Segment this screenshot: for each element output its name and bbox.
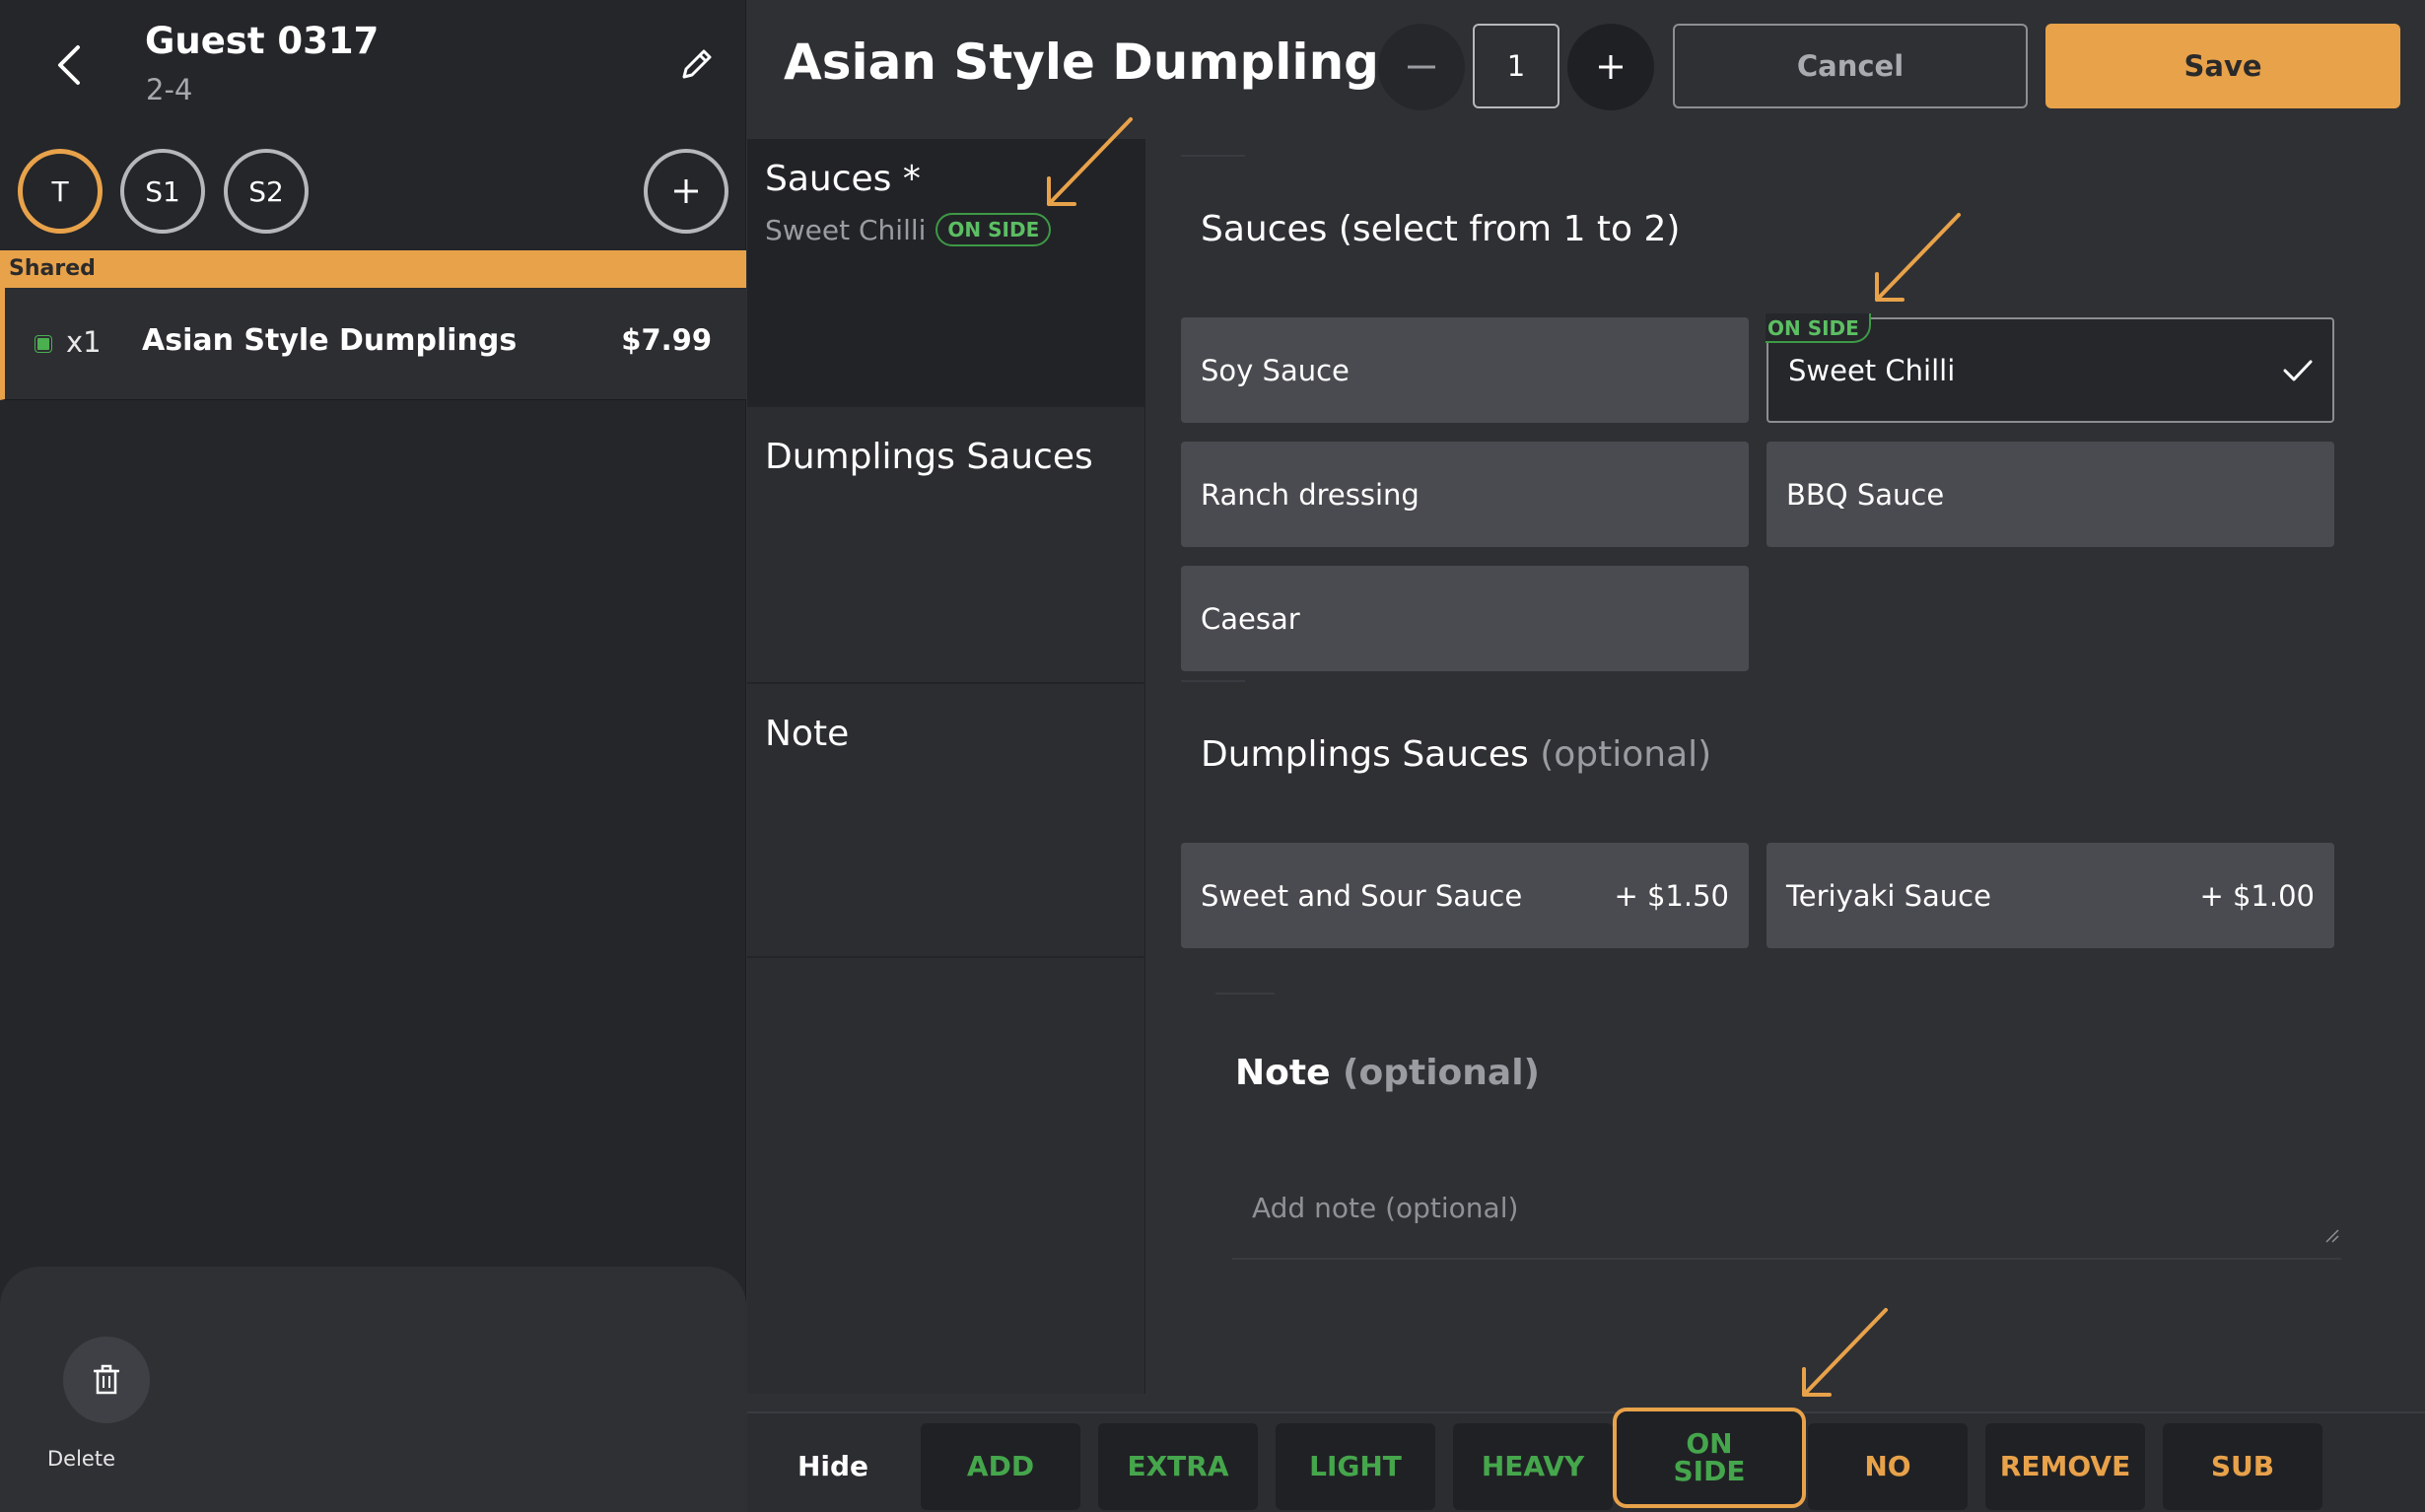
- modifier-no-button[interactable]: NO: [1808, 1423, 1968, 1510]
- delete-label: Delete: [47, 1447, 115, 1471]
- guest-name: Guest 0317: [145, 20, 380, 62]
- order-item-row[interactable]: x1 Asian Style Dumplings $7.99: [0, 288, 746, 400]
- option-price: + $1.00: [2199, 878, 2315, 913]
- option-label: Caesar: [1201, 601, 1300, 636]
- plus-icon: [674, 179, 698, 203]
- section-name: Dumplings Sauces: [1201, 734, 1529, 775]
- delete-button[interactable]: [63, 1337, 150, 1423]
- arrow-annotation-icon: [1875, 213, 1961, 302]
- pencil-icon: [682, 49, 712, 79]
- edit-guest-button[interactable]: [666, 35, 726, 95]
- divider: [1181, 155, 1245, 157]
- option-label: Ranch dressing: [1201, 477, 1420, 512]
- trash-icon: [94, 1364, 119, 1395]
- shared-header: Shared: [0, 250, 746, 288]
- option-soy-sauce[interactable]: Soy Sauce: [1181, 317, 1749, 423]
- note-input[interactable]: [1232, 1156, 2341, 1260]
- guest-table: 2-4: [146, 73, 193, 106]
- section-name: Sauces: [1201, 209, 1328, 249]
- option-price: + $1.50: [1614, 878, 1729, 913]
- option-label: Teriyaki Sauce: [1786, 878, 1991, 913]
- plus-icon: [1599, 55, 1623, 79]
- modifier-extra-button[interactable]: EXTRA: [1098, 1423, 1258, 1510]
- option-label: Soy Sauce: [1201, 353, 1350, 387]
- order-item-qty: x1: [66, 325, 102, 359]
- arrow-annotation-icon: [1047, 117, 1133, 206]
- seat-s2[interactable]: S2: [224, 149, 309, 234]
- modifier-heavy-button[interactable]: HEAVY: [1453, 1423, 1613, 1510]
- option-teriyaki-sauce[interactable]: Teriyaki Sauce + $1.00: [1767, 843, 2334, 948]
- dumplings-section-title: Dumplings Sauces (optional): [1201, 734, 1711, 775]
- section-hint: (optional): [1343, 1053, 1540, 1093]
- status-dot: [35, 335, 52, 353]
- arrow-annotation-icon: [1802, 1308, 1888, 1397]
- modifier-light-button[interactable]: LIGHT: [1276, 1423, 1435, 1510]
- decrease-qty-button[interactable]: [1378, 24, 1465, 110]
- on-side-tag: ON SIDE: [1766, 313, 1871, 343]
- back-icon: [58, 45, 80, 85]
- back-button[interactable]: [39, 35, 99, 95]
- section-hint: (select from 1 to 2): [1338, 209, 1681, 249]
- hide-button[interactable]: Hide: [779, 1441, 887, 1490]
- category-note[interactable]: Note: [747, 684, 1145, 958]
- category-title: Note: [765, 714, 850, 754]
- modifier-remove-button[interactable]: REMOVE: [1985, 1423, 2145, 1510]
- add-seat-button[interactable]: [644, 149, 728, 234]
- sauces-section-title: Sauces (select from 1 to 2): [1201, 209, 1680, 249]
- quantity-field[interactable]: 1: [1473, 24, 1559, 108]
- option-bbq-sauce[interactable]: BBQ Sauce: [1767, 442, 2334, 547]
- cancel-button[interactable]: Cancel: [1673, 24, 2028, 108]
- section-hint: (optional): [1540, 734, 1712, 775]
- option-label: Sweet and Sour Sauce: [1201, 878, 1523, 913]
- divider: [1215, 993, 1275, 995]
- minus-icon: [1408, 65, 1435, 69]
- modifier-add-button[interactable]: ADD: [921, 1423, 1080, 1510]
- option-label: BBQ Sauce: [1786, 477, 1945, 512]
- modifier-category-nav: Sauces * Sweet Chilli ON SIDE Dumplings …: [747, 139, 1145, 1394]
- seat-s1[interactable]: S1: [120, 149, 205, 234]
- option-label: Sweet Chilli: [1788, 353, 1956, 387]
- seat-table[interactable]: T: [18, 149, 103, 234]
- item-title: Asian Style Dumplings: [784, 34, 1409, 91]
- increase-qty-button[interactable]: [1567, 24, 1654, 110]
- modifier-label: ON SIDE: [1673, 1427, 1746, 1487]
- category-title: Dumplings Sauces: [765, 437, 1093, 477]
- order-item-price: $7.99: [621, 323, 712, 357]
- section-name: Note: [1235, 1053, 1331, 1093]
- option-ranch-dressing[interactable]: Ranch dressing: [1181, 442, 1749, 547]
- check-icon: [2283, 359, 2313, 382]
- category-selection: Sweet Chilli ON SIDE: [765, 213, 1052, 246]
- order-panel: Guest 0317 2-4 T S1 S2 Shared x1 Asian S…: [0, 0, 746, 1512]
- option-sweet-and-sour-sauce[interactable]: Sweet and Sour Sauce + $1.50: [1181, 843, 1749, 948]
- resize-grip-icon[interactable]: [2324, 1228, 2340, 1244]
- order-item-name: Asian Style Dumplings: [142, 323, 518, 358]
- selected-sauce: Sweet Chilli: [765, 213, 927, 246]
- option-caesar[interactable]: Caesar: [1181, 566, 1749, 671]
- on-side-badge: ON SIDE: [935, 213, 1052, 246]
- category-title: Sauces *: [765, 159, 921, 199]
- note-section-title: Note (optional): [1235, 1053, 1540, 1093]
- modifier-sub-button[interactable]: SUB: [2163, 1423, 2322, 1510]
- category-dumplings-sauces[interactable]: Dumplings Sauces: [747, 407, 1145, 684]
- save-button[interactable]: Save: [2045, 24, 2400, 108]
- modifier-on-side-button[interactable]: ON SIDE: [1613, 1408, 1806, 1508]
- divider: [1181, 680, 1245, 682]
